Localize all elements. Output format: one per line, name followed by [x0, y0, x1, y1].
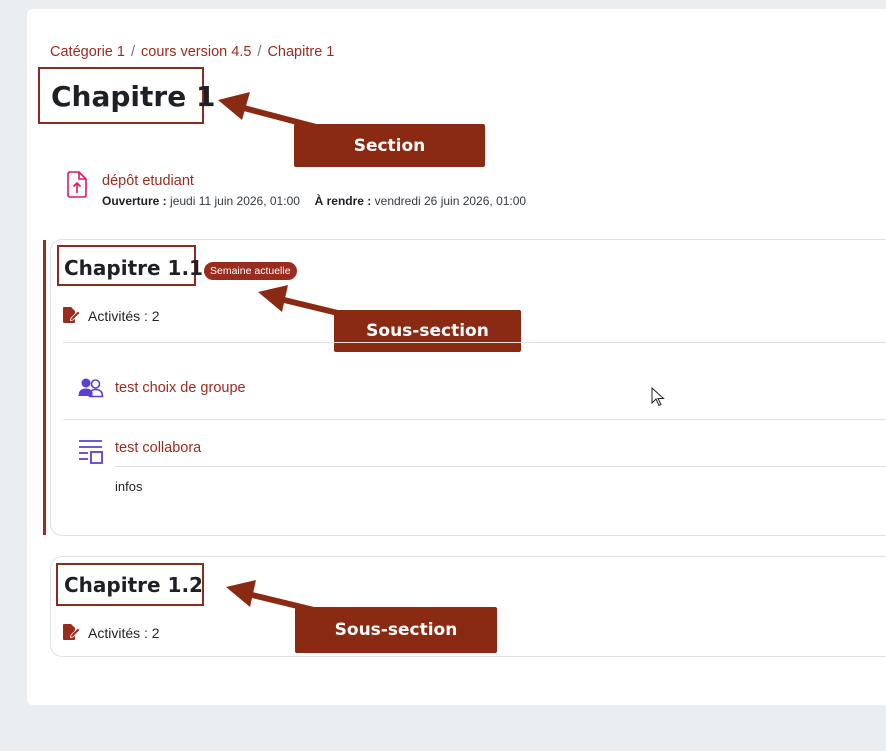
subsection1-activity-count: Activités : 2: [88, 308, 160, 324]
divider: [115, 466, 886, 467]
subsection1-title-highlight: Chapitre 1.1: [57, 245, 203, 286]
mouse-pointer-icon: [651, 387, 665, 407]
subsection2-title-highlight: Chapitre 1.2: [56, 563, 204, 606]
module-link-group-choice[interactable]: test choix de groupe: [115, 380, 246, 396]
file-upload-icon: [67, 171, 87, 198]
breadcrumb-separator: /: [130, 44, 135, 60]
callout-subsection1: Sous-section: [334, 310, 521, 352]
section-title-highlight: Chapitre 1: [38, 67, 215, 124]
activities-icon: [63, 307, 81, 323]
assignment-link[interactable]: dépôt etudiant: [102, 173, 194, 189]
callout-section: Section: [294, 124, 485, 167]
due-date-label: À rendre :: [314, 194, 372, 208]
current-section-indicator: [43, 240, 46, 535]
subsection1-title: Chapitre 1.1: [64, 256, 203, 280]
divider: [63, 342, 886, 343]
breadcrumb: Catégorie 1 / cours version 4.5 / Chapitre 1: [50, 44, 334, 60]
assignment-dates: Ouverture : jeudi 11 juin 2026, 01:00 À …: [102, 194, 526, 208]
activities-icon: [63, 624, 81, 640]
due-date-value: vendredi 26 juin 2026, 01:00: [374, 194, 527, 208]
open-date-value: jeudi 11 juin 2026, 01:00: [170, 194, 300, 208]
open-date-label: Ouverture :: [102, 194, 167, 208]
module-description: infos: [115, 479, 143, 494]
breadcrumb-item-course[interactable]: cours version 4.5: [141, 44, 251, 60]
breadcrumb-item-category[interactable]: Catégorie 1: [50, 44, 125, 60]
current-week-badge: Semaine actuelle: [204, 262, 297, 280]
collabora-icon: [79, 440, 103, 464]
group-choice-icon: [78, 378, 104, 398]
breadcrumb-item-section[interactable]: Chapitre 1: [267, 44, 334, 60]
subsection2-activity-count: Activités : 2: [88, 625, 160, 641]
subsection2-title: Chapitre 1.2: [64, 573, 203, 597]
section-title: Chapitre 1: [51, 80, 216, 113]
callout-subsection2: Sous-section: [295, 607, 497, 653]
divider: [63, 419, 886, 420]
module-link-collabora[interactable]: test collabora: [115, 440, 201, 456]
breadcrumb-separator: /: [257, 44, 262, 60]
